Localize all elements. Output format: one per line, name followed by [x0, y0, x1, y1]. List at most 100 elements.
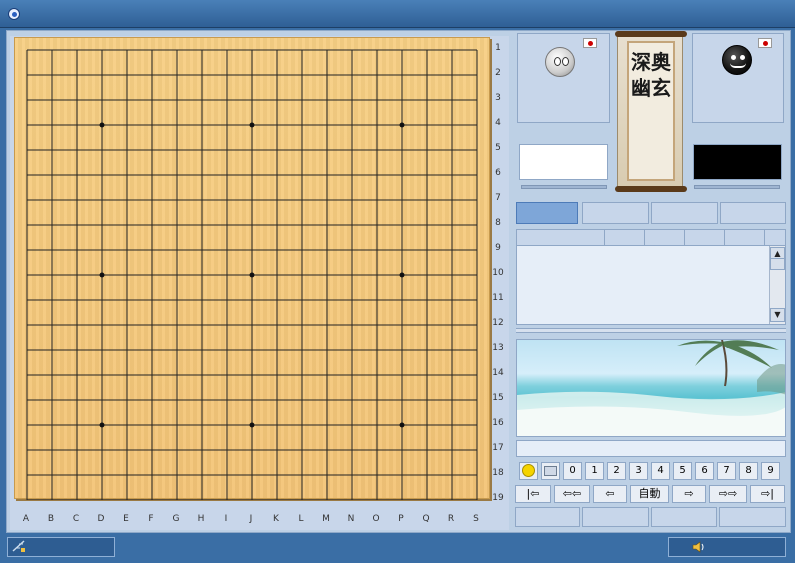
column-label: B — [47, 514, 55, 524]
row-label: 18 — [492, 468, 504, 478]
row-label: 8 — [495, 218, 501, 228]
row-label: 1 — [495, 43, 501, 53]
column-label: S — [473, 514, 479, 524]
forward-fast-button[interactable]: ⇨⇨ — [709, 485, 747, 503]
column-label: M — [322, 514, 330, 524]
row-label: 10 — [492, 268, 504, 278]
photo-icon[interactable] — [541, 462, 560, 480]
column-label: G — [172, 514, 180, 524]
star-point — [249, 122, 255, 128]
row-label: 9 — [495, 243, 501, 253]
pane-divider[interactable] — [516, 328, 786, 333]
row-label: 16 — [492, 418, 504, 428]
smiley-icon[interactable] — [519, 462, 538, 480]
white-timer — [519, 144, 608, 180]
bottom-button-3[interactable] — [651, 507, 717, 527]
star-point — [399, 122, 405, 128]
column-label: K — [273, 514, 279, 524]
auto-play-button[interactable]: 自動 — [630, 485, 669, 503]
first-move-button[interactable]: |⇦ — [515, 485, 551, 503]
japan-flag-icon — [758, 38, 772, 48]
row-label: 7 — [495, 193, 501, 203]
number-button-4[interactable]: 4 — [651, 462, 670, 480]
list-header[interactable] — [685, 230, 725, 246]
status-sound — [668, 537, 786, 557]
go-board[interactable] — [14, 37, 491, 500]
scroll-calligraphy: 深奥幽玄 — [631, 50, 671, 100]
back-button[interactable]: ⇦ — [593, 485, 627, 503]
back-fast-button[interactable]: ⇦⇦ — [554, 485, 590, 503]
number-button-2[interactable]: 2 — [607, 462, 626, 480]
row-label: 2 — [495, 68, 501, 78]
row-label: 12 — [492, 318, 504, 328]
number-button-0[interactable]: 0 — [563, 462, 582, 480]
row-label: 14 — [492, 368, 504, 378]
row-label: 4 — [495, 118, 501, 128]
beach-banner-image — [516, 339, 786, 437]
column-label: C — [72, 514, 80, 524]
row-label: 13 — [492, 343, 504, 353]
scroll-thumb[interactable] — [770, 258, 785, 270]
black-stone-face-icon — [722, 45, 752, 75]
bottom-button-1[interactable] — [515, 507, 580, 527]
last-move-button[interactable]: ⇨| — [750, 485, 785, 503]
board-grid[interactable] — [15, 38, 491, 500]
column-label: R — [447, 514, 455, 524]
scroll-down-icon[interactable]: ▼ — [770, 308, 785, 322]
star-point — [399, 422, 405, 428]
forward-button[interactable]: ⇨ — [672, 485, 706, 503]
star-point — [399, 272, 405, 278]
star-point — [99, 122, 105, 128]
white-progress-bar — [521, 185, 607, 189]
list-scrollbar[interactable]: ▲ ▼ — [769, 246, 785, 324]
column-label: L — [298, 514, 304, 524]
title-bar — [0, 0, 795, 28]
number-button-9[interactable]: 9 — [761, 462, 780, 480]
chat-input[interactable] — [516, 440, 786, 457]
list-header[interactable] — [517, 230, 605, 246]
network-icon — [12, 540, 25, 552]
number-button-3[interactable]: 3 — [629, 462, 648, 480]
list-header[interactable] — [645, 230, 685, 246]
column-label: F — [148, 514, 154, 524]
number-button-8[interactable]: 8 — [739, 462, 758, 480]
star-point — [99, 272, 105, 278]
number-button-5[interactable]: 5 — [673, 462, 692, 480]
list-header[interactable] — [725, 230, 765, 246]
white-stone-face-icon — [545, 47, 575, 77]
list-header[interactable] — [605, 230, 645, 246]
tab-4[interactable] — [720, 202, 786, 224]
bottom-button-2[interactable] — [582, 507, 649, 527]
info-list[interactable] — [516, 229, 786, 325]
column-label: E — [123, 514, 129, 524]
row-label: 5 — [495, 143, 501, 153]
number-button-1[interactable]: 1 — [585, 462, 604, 480]
row-label: 15 — [492, 393, 504, 403]
column-label: O — [372, 514, 380, 524]
star-point — [249, 272, 255, 278]
tab-3[interactable] — [651, 202, 718, 224]
column-label: H — [197, 514, 205, 524]
app-window: 1 2 3 4 5 6 7 8 9 10 11 12 13 14 15 16 17 18 19 ABCDEFGHIJ… — [0, 0, 795, 563]
column-label: N — [347, 514, 355, 524]
black-timer — [693, 144, 782, 180]
hanging-scroll-image: 深奥幽玄 — [615, 31, 687, 192]
row-label: 3 — [495, 93, 501, 103]
star-point — [249, 422, 255, 428]
column-label: D — [97, 514, 105, 524]
list-header[interactable] — [765, 230, 786, 246]
row-label: 19 — [492, 493, 504, 503]
tab-2[interactable] — [582, 202, 649, 224]
column-label: I — [224, 514, 228, 524]
bottom-button-4[interactable] — [719, 507, 786, 527]
number-button-6[interactable]: 6 — [695, 462, 714, 480]
row-label: 11 — [492, 293, 504, 303]
tab-1[interactable] — [516, 202, 578, 224]
column-label: P — [398, 514, 404, 524]
number-button-7[interactable]: 7 — [717, 462, 736, 480]
row-label: 17 — [492, 443, 504, 453]
speaker-icon[interactable] — [692, 541, 706, 553]
black-progress-bar — [694, 185, 780, 189]
app-icon[interactable] — [8, 8, 20, 20]
japan-flag-icon — [583, 38, 597, 48]
